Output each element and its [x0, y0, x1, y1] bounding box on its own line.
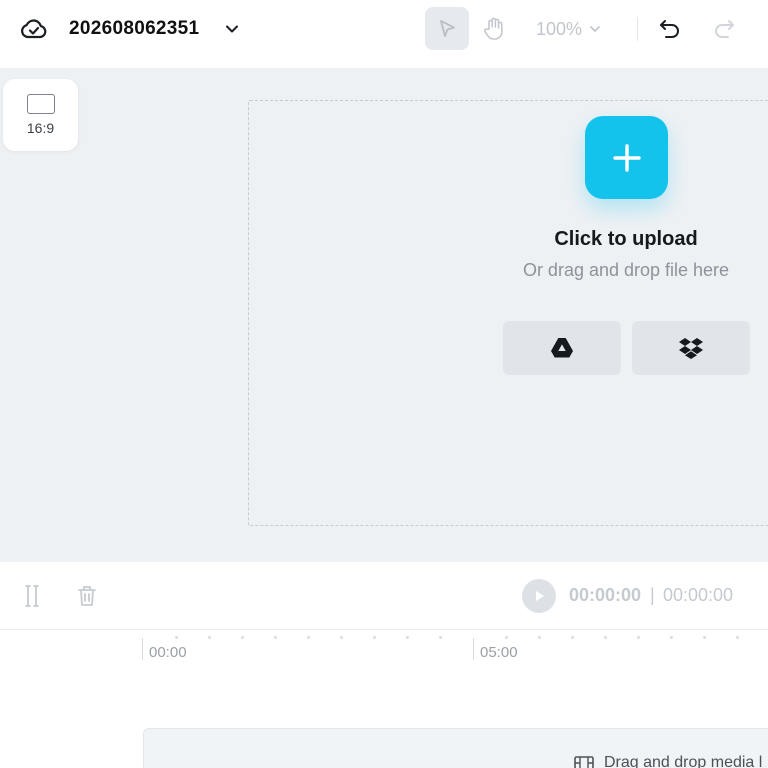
ruler-major-tick — [473, 638, 474, 660]
ruler-minor-tick — [373, 636, 376, 639]
aspect-ratio-button[interactable]: 16:9 — [3, 79, 78, 151]
ruler-minor-tick — [505, 636, 508, 639]
ruler-minor-tick — [439, 636, 442, 639]
track-hint: Drag and drop media l — [574, 753, 762, 768]
ruler-minor-tick — [241, 636, 244, 639]
select-tool-button[interactable] — [425, 7, 469, 50]
ruler-minor-tick — [307, 636, 310, 639]
ruler-major-tick — [142, 638, 143, 660]
play-icon — [536, 591, 544, 601]
split-icon[interactable] — [20, 583, 44, 609]
google-drive-icon — [551, 338, 573, 358]
ruler-label: 00:00 — [149, 644, 187, 661]
timeline-ruler[interactable]: 00:00 05:00 — [0, 630, 768, 670]
zoom-level: 100% — [536, 18, 583, 39]
upload-drop-zone[interactable] — [248, 100, 768, 526]
media-icon — [574, 756, 594, 768]
current-time: 00:00:00 — [569, 585, 642, 605]
upload-button[interactable] — [585, 116, 668, 199]
ruler-minor-tick — [604, 636, 607, 639]
pointer-icon — [440, 19, 455, 37]
ruler-minor-tick — [340, 636, 343, 639]
timeline-toolbar: 00:00:00 | 00:00:00 — [0, 562, 768, 630]
aspect-ratio-icon — [26, 94, 55, 114]
ruler-minor-tick — [670, 636, 673, 639]
project-title[interactable]: 202608062351 — [69, 18, 199, 40]
play-button[interactable] — [522, 579, 556, 613]
chevron-down-icon[interactable] — [222, 19, 242, 39]
undo-icon[interactable] — [655, 14, 685, 44]
ruler-minor-tick — [274, 636, 277, 639]
cloud-saved-icon[interactable] — [20, 16, 48, 42]
ruler-minor-tick — [637, 636, 640, 639]
ruler-label: 05:00 — [480, 644, 518, 661]
ruler-minor-tick — [571, 636, 574, 639]
editor-page: 202608062351 100% 16:9 Click to upload O… — [0, 0, 768, 768]
zoom-dropdown[interactable]: 100% — [536, 15, 602, 43]
upload-subtitle: Or drag and drop file here — [522, 260, 730, 280]
ruler-minor-tick — [703, 636, 706, 639]
hand-tool-button[interactable] — [472, 7, 516, 50]
dropbox-button[interactable] — [632, 321, 750, 375]
track-hint-text: Drag and drop media l — [604, 754, 763, 768]
dropbox-icon — [679, 338, 703, 359]
google-drive-button[interactable] — [503, 321, 621, 375]
hand-icon — [484, 17, 503, 40]
ruler-minor-tick — [736, 636, 739, 639]
time-separator: | — [650, 585, 655, 605]
top-toolbar: 202608062351 100% — [0, 0, 768, 68]
ruler-minor-tick — [538, 636, 541, 639]
total-duration: 00:00:00 — [663, 585, 734, 605]
aspect-ratio-label: 16:9 — [26, 120, 55, 136]
trash-icon[interactable] — [75, 583, 99, 609]
ruler-minor-tick — [406, 636, 409, 639]
upload-title[interactable]: Click to upload — [486, 228, 766, 251]
ruler-minor-tick — [175, 636, 178, 639]
redo-icon[interactable] — [709, 14, 739, 44]
ruler-minor-tick — [208, 636, 211, 639]
plus-icon — [612, 143, 641, 172]
chevron-down-icon — [590, 26, 600, 32]
toolbar-divider — [637, 17, 638, 41]
